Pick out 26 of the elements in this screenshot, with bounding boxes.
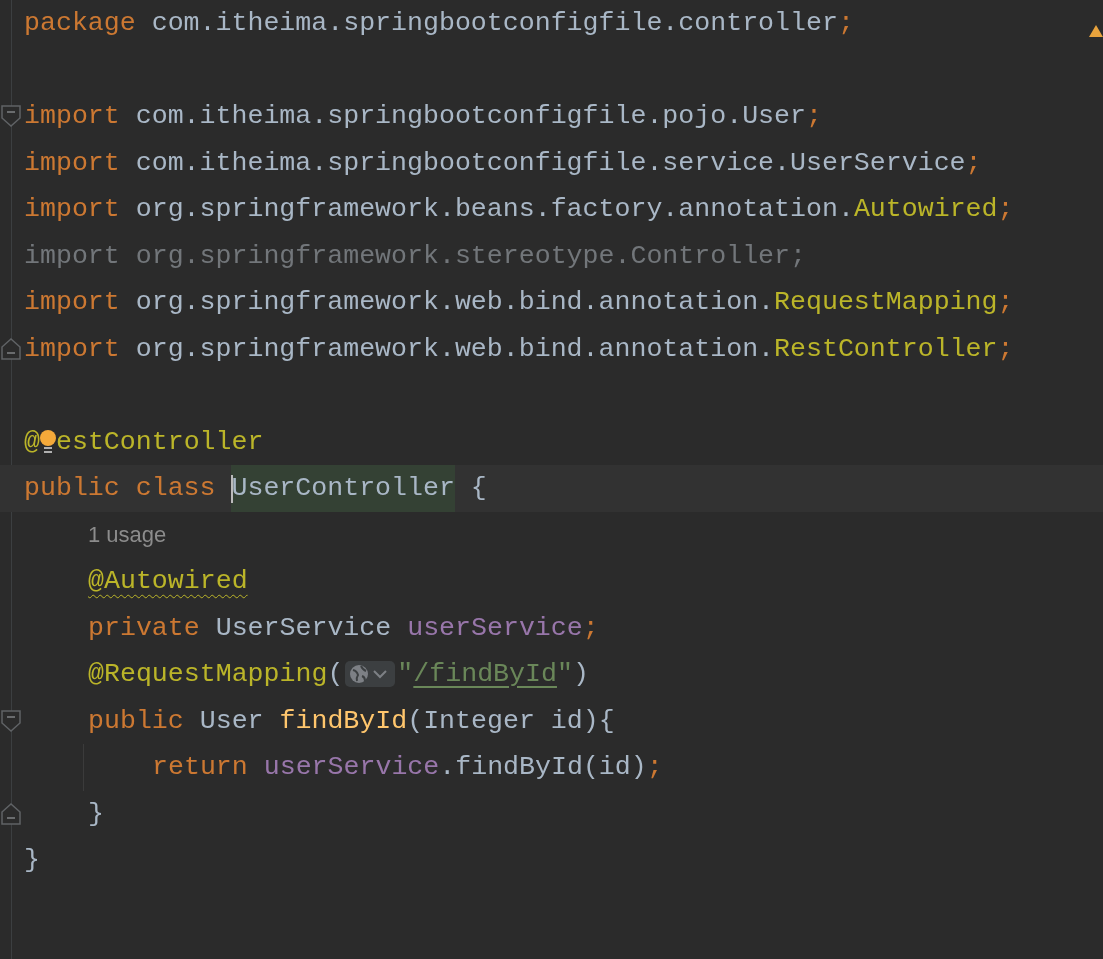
- code-line: import org.springframework.beans.factory.annotation.Autowired;: [24, 193, 1014, 226]
- code-line: }: [88, 797, 104, 831]
- code-line: import org.springframework.stereotype.Controller;: [24, 239, 806, 273]
- code-line: package com.itheima.springbootconfigfile.controller;: [24, 7, 854, 40]
- fold-end-icon[interactable]: [1, 337, 21, 360]
- fold-collapse-icon[interactable]: [1, 105, 21, 127]
- globe-dropdown-icon[interactable]: [345, 661, 396, 688]
- code-line: estController: [55, 425, 264, 459]
- code-line: @Autowired: [88, 565, 248, 598]
- code-line: public User findById(Integer id){: [88, 704, 615, 738]
- code-line: import org.springframework.web.bind.annotation.RestController;: [24, 332, 1014, 366]
- code-line: "/findById"): [397, 658, 589, 691]
- code-line: private UserService userService;: [88, 611, 599, 645]
- code-line: return userService.findById(id);: [152, 751, 663, 784]
- fold-collapse-icon[interactable]: [1, 709, 21, 732]
- code-line: @: [24, 425, 40, 459]
- code-line: import com.itheima.springbootconfigfile.pojo.User;: [24, 100, 822, 133]
- code-line: import com.itheima.springbootconfigfile.service.UserService;: [24, 146, 982, 180]
- fold-end-icon[interactable]: [1, 802, 21, 825]
- code-line: @RequestMapping(: [88, 658, 344, 691]
- code-line: import org.springframework.web.bind.annotation.RequestMapping;: [24, 286, 1014, 319]
- warning-icon: [1089, 24, 1103, 38]
- code-line: public class UserController {: [24, 465, 487, 512]
- lightbulb-icon[interactable]: [39, 427, 56, 456]
- code-line: }: [24, 844, 40, 877]
- usage-hint[interactable]: 1 usage: [88, 518, 167, 552]
